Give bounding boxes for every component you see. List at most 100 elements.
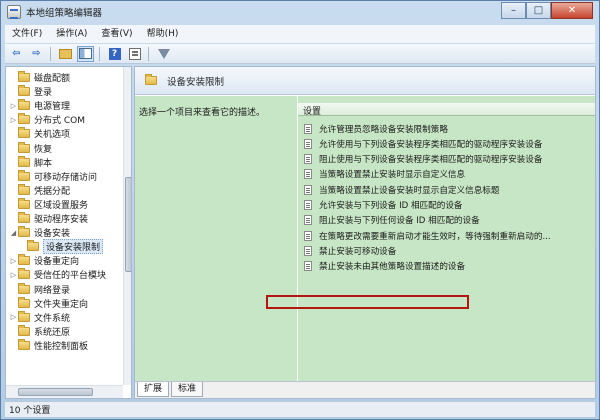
policy-row[interactable]: 阻止安装与下列任何设备 ID 相匹配的设备 bbox=[298, 214, 595, 227]
tree-item[interactable]: ◢ 设备安装 bbox=[9, 226, 70, 239]
tree-item-label: 脚本 bbox=[34, 158, 53, 169]
tree-item[interactable]: 可移动存储访问 bbox=[9, 169, 98, 183]
tree-item[interactable]: ▷ 设备重定向 bbox=[9, 254, 79, 267]
minimize-button[interactable]: – bbox=[501, 2, 526, 19]
window-title: 本地组策略编辑器 bbox=[26, 8, 103, 19]
tree-item[interactable]: ▷ 文件系统 bbox=[9, 310, 70, 324]
tree-item-label: 可移动存储访问 bbox=[34, 172, 98, 183]
maximize-button[interactable]: □ bbox=[526, 2, 551, 19]
folder-icon bbox=[18, 71, 30, 82]
forward-arrow-icon[interactable]: ⇨ bbox=[28, 46, 45, 62]
policy-row[interactable]: 允许使用与下列设备安装程序类相匹配的驱动程序安装设备 bbox=[298, 137, 595, 150]
tree-vertical-scrollbar[interactable] bbox=[123, 67, 131, 385]
menu-view[interactable]: 查看(V) bbox=[94, 25, 139, 43]
menu-file[interactable]: 文件(F) bbox=[5, 25, 49, 43]
menu-action[interactable]: 操作(A) bbox=[49, 25, 94, 43]
tree-item[interactable]: 区域设置服务 bbox=[9, 197, 88, 211]
folder-icon bbox=[18, 183, 30, 195]
description-panel: 选择一个项目来查看它的描述。 bbox=[135, 96, 297, 381]
tree-item-label: 驱动程序安装 bbox=[34, 215, 89, 225]
tab-extended[interactable]: 扩展 bbox=[137, 382, 170, 397]
details-title: 设备安装限制 bbox=[167, 76, 225, 88]
folder-icon bbox=[18, 226, 30, 238]
status-text: 10 个设置 bbox=[9, 406, 51, 416]
details-header: 设备安装限制 bbox=[135, 67, 595, 95]
policy-name: 禁止安装可移动设备 bbox=[319, 246, 397, 257]
policy-name: 允许管理员忽略设备安装限制策略 bbox=[319, 124, 448, 135]
tree-item[interactable]: 脚本 bbox=[9, 155, 53, 169]
expand-closed-icon[interactable]: ▷ bbox=[9, 313, 18, 321]
policy-setting-icon bbox=[304, 184, 312, 195]
menu-bar: 文件(F) 操作(A) 查看(V) 帮助(H) bbox=[5, 25, 595, 43]
tree-item[interactable]: 网络登录 bbox=[9, 282, 71, 296]
tree-item-label: 设备安装限制 bbox=[43, 239, 104, 255]
tree-item[interactable]: 磁盘配额 bbox=[9, 71, 70, 84]
policy-name: 当策略设置禁止设备安装时显示自定义信息标题 bbox=[319, 185, 500, 196]
expand-closed-icon[interactable]: ▷ bbox=[9, 116, 18, 124]
column-header-setting[interactable]: 设置 bbox=[298, 103, 595, 117]
tree-horizontal-scrollbar[interactable] bbox=[6, 385, 123, 398]
expand-open-icon[interactable]: ◢ bbox=[9, 229, 18, 237]
tree-item[interactable]: ▷ 分布式 COM bbox=[9, 113, 85, 126]
properties-button[interactable] bbox=[126, 46, 143, 62]
description-text: 选择一个项目来查看它的描述。 bbox=[139, 108, 266, 118]
policy-setting-icon bbox=[304, 215, 312, 226]
folder-icon bbox=[18, 169, 30, 181]
expand-closed-icon[interactable]: ▷ bbox=[9, 257, 18, 265]
policy-name: 阻止安装与下列任何设备 ID 相匹配的设备 bbox=[319, 216, 480, 227]
tab-standard[interactable]: 标准 bbox=[171, 382, 204, 397]
back-arrow-icon[interactable]: ⇦ bbox=[8, 46, 25, 62]
policy-row[interactable]: 禁止安装未由其他策略设置描述的设备 bbox=[298, 260, 595, 273]
tree-item[interactable]: 凭据分配 bbox=[9, 183, 70, 197]
policy-row[interactable]: 允许管理员忽略设备安装限制策略 bbox=[298, 122, 595, 135]
view-tabs: 扩展 标准 bbox=[135, 381, 595, 398]
expand-closed-icon[interactable]: ▷ bbox=[9, 271, 18, 279]
show-hide-tree-button[interactable] bbox=[77, 45, 94, 62]
policy-row[interactable]: 当策略设置禁止安装时显示自定义信息 bbox=[298, 168, 595, 181]
tree-item-label: 系统还原 bbox=[34, 327, 71, 338]
highlight-annotation bbox=[266, 295, 469, 309]
tree-item[interactable]: ▷ 电源管理 bbox=[9, 99, 70, 112]
tree-item[interactable]: 恢复 bbox=[9, 141, 52, 155]
tree-item[interactable]: 文件夹重定向 bbox=[9, 296, 88, 310]
tree-item[interactable]: 设备安装限制 bbox=[18, 239, 104, 255]
policy-name: 允许安装与下列设备 ID 相匹配的设备 bbox=[319, 201, 463, 211]
tree-item-label: 设备重定向 bbox=[34, 257, 80, 268]
folder-icon bbox=[18, 197, 30, 209]
folder-icon bbox=[18, 113, 30, 125]
tree-item[interactable]: 系统还原 bbox=[9, 324, 71, 338]
folder-up-button[interactable] bbox=[57, 46, 74, 62]
tree-item[interactable]: 性能控制面板 bbox=[9, 338, 88, 352]
title-bar[interactable]: 本地组策略编辑器 – □ ✕ bbox=[1, 1, 599, 23]
tree-item-label: 网络登录 bbox=[34, 285, 71, 296]
tree-item-label: 受信任的平台模块 bbox=[34, 271, 107, 282]
tree-item-label: 设备安装 bbox=[34, 229, 71, 240]
tree-item-label: 关机选项 bbox=[34, 130, 71, 141]
policy-row[interactable]: 禁止安装可移动设备 bbox=[298, 244, 595, 257]
expand-closed-icon[interactable]: ▷ bbox=[9, 102, 18, 110]
folder-icon bbox=[145, 74, 157, 85]
policy-name: 禁止安装未由其他策略设置描述的设备 bbox=[319, 262, 466, 273]
folder-icon bbox=[18, 282, 30, 294]
menu-help[interactable]: 帮助(H) bbox=[140, 25, 186, 43]
tree-scroll-thumb[interactable] bbox=[125, 177, 131, 272]
help-button[interactable]: ? bbox=[106, 46, 123, 62]
policy-setting-icon bbox=[304, 123, 312, 134]
tree-item[interactable]: ▷ 受信任的平台模块 bbox=[9, 268, 106, 281]
tree-item[interactable]: 登录 bbox=[9, 85, 52, 98]
folder-icon bbox=[18, 212, 30, 223]
folder-icon bbox=[18, 324, 30, 336]
policy-row[interactable]: 在策略更改需要重新启动才能生效时，等待强制重新启动的... bbox=[298, 229, 595, 242]
folder-icon bbox=[18, 310, 30, 322]
folder-icon bbox=[18, 141, 30, 153]
tree-item-label: 电源管理 bbox=[34, 102, 71, 113]
folder-icon bbox=[18, 268, 30, 280]
close-button[interactable]: ✕ bbox=[551, 2, 593, 19]
filter-button[interactable] bbox=[155, 46, 172, 62]
tree-item[interactable]: 驱动程序安装 bbox=[9, 212, 88, 225]
tree-item[interactable]: 关机选项 bbox=[9, 127, 70, 140]
policy-row[interactable]: 允许安装与下列设备 ID 相匹配的设备 bbox=[298, 199, 595, 212]
policy-row[interactable]: 当策略设置禁止设备安装时显示自定义信息标题 bbox=[298, 183, 595, 196]
policy-row[interactable]: 阻止使用与下列设备安装程序类相匹配的驱动程序安装设备 bbox=[298, 153, 595, 166]
tree-hscroll-thumb[interactable] bbox=[18, 388, 93, 396]
